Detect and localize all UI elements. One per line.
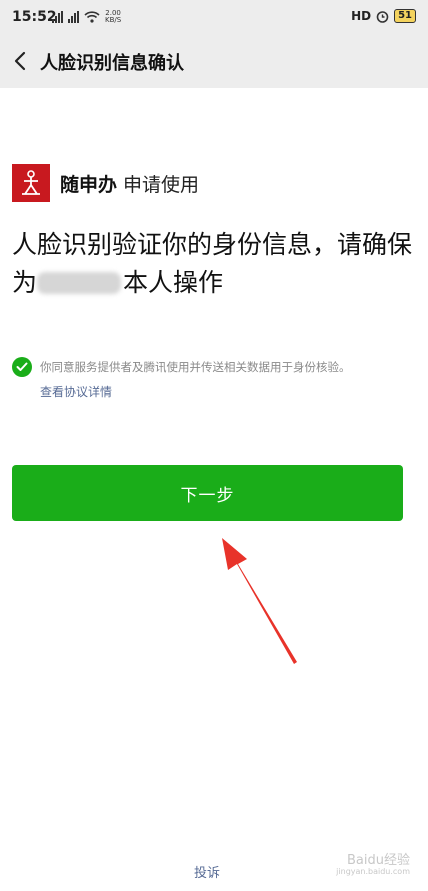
alarm-clock-icon (376, 10, 389, 23)
blurred-name (37, 272, 122, 294)
agreement-row: 你同意服务提供者及腾讯使用并传送相关数据用于身份核验。 (12, 357, 351, 377)
status-right-icons: HD 51 (351, 9, 416, 23)
signal-icon (52, 11, 63, 23)
watermark: Baidu经验 jingyan.baidu.com (336, 854, 410, 877)
nav-bar: 人脸识别信息确认 (0, 36, 428, 88)
watermark-main: Baidu经验 (347, 853, 410, 868)
network-speed: 2.00 KB/S (105, 10, 121, 24)
back-arrow-icon[interactable] (10, 50, 32, 72)
headline-text-2: 本人操作 (123, 268, 224, 297)
agreement-details-link[interactable]: 查看协议详情 (40, 383, 112, 400)
app-logo-icon (12, 164, 50, 202)
signal-icon (68, 11, 79, 23)
app-info: 随申办 申请使用 (12, 164, 199, 202)
wifi-icon (84, 11, 100, 23)
status-time: 15:52 (12, 9, 57, 25)
app-name: 随申办 (60, 173, 118, 196)
status-bar: 15:52 2.00 KB/S HD 51 (0, 0, 428, 36)
speed-unit: KB/S (105, 16, 122, 24)
watermark-sub: jingyan.baidu.com (336, 867, 410, 876)
complaint-link[interactable]: 投诉 (194, 862, 220, 881)
battery-icon: 51 (394, 9, 416, 23)
hd-indicator: HD (351, 9, 372, 23)
checkmark-icon[interactable] (12, 357, 32, 377)
agreement-text: 你同意服务提供者及腾讯使用并传送相关数据用于身份核验。 (40, 360, 351, 374)
status-left-icons: 2.00 KB/S (52, 10, 121, 24)
verification-headline: 人脸识别验证你的身份信息，请确保为 本人操作 (12, 226, 416, 302)
page-title: 人脸识别信息确认 (40, 53, 184, 74)
annotation-arrow-icon (222, 538, 297, 664)
next-step-button[interactable]: 下一步 (12, 465, 403, 521)
app-apply-text: 申请使用 (123, 173, 200, 196)
